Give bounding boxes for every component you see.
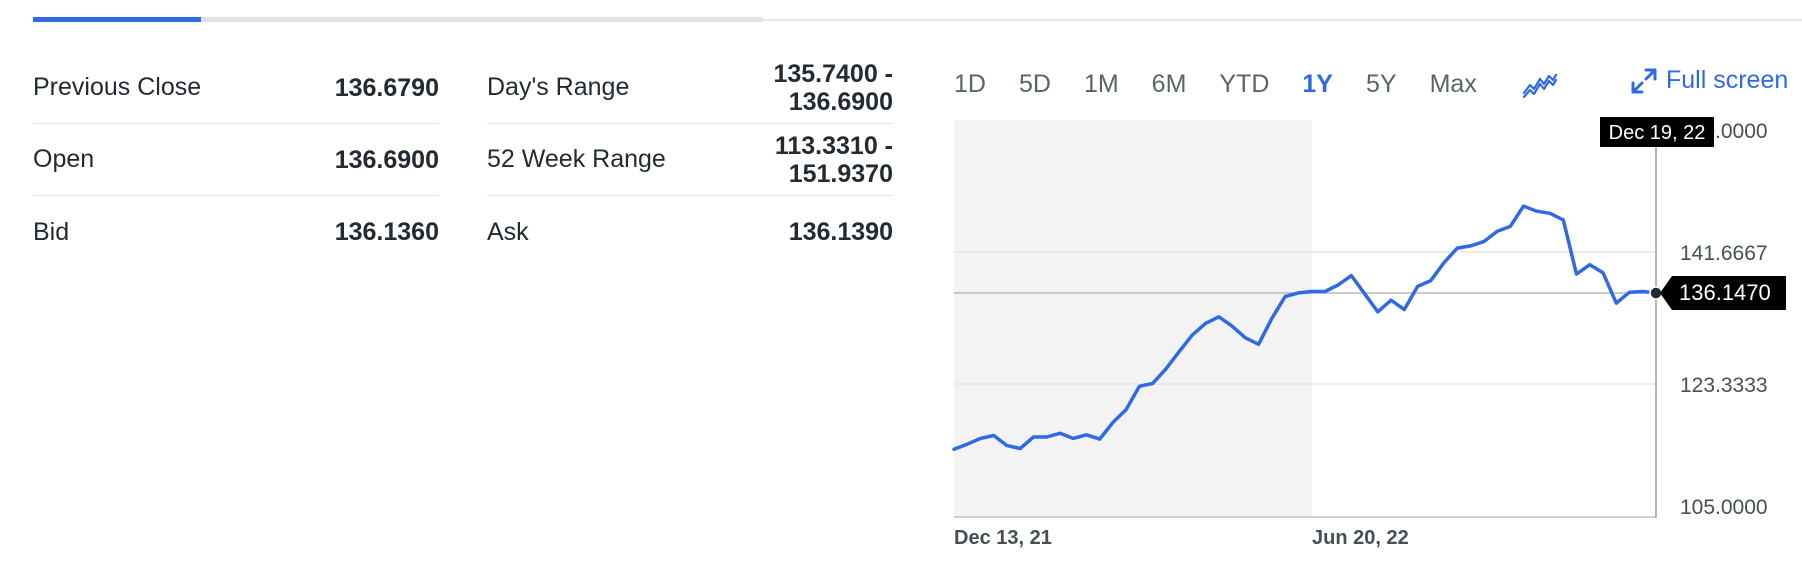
y-tick-label-3: 123.3333 <box>1680 374 1768 397</box>
chart-shaded-region <box>954 120 1312 518</box>
y-tick-label-4: 105.0000 <box>1680 496 1768 519</box>
x-label-1: Dec 13, 21 <box>954 527 1052 549</box>
current-price-tag: 136.1470 <box>1679 280 1771 305</box>
y-tick-label-2: 141.6667 <box>1680 242 1768 265</box>
x-label-2: Jun 20, 22 <box>1312 527 1409 549</box>
hover-date-tooltip: Dec 19, 22 <box>1609 122 1706 144</box>
price-chart[interactable]: 160.0000 141.6667 123.3333 105.0000 Dec … <box>0 0 1802 572</box>
